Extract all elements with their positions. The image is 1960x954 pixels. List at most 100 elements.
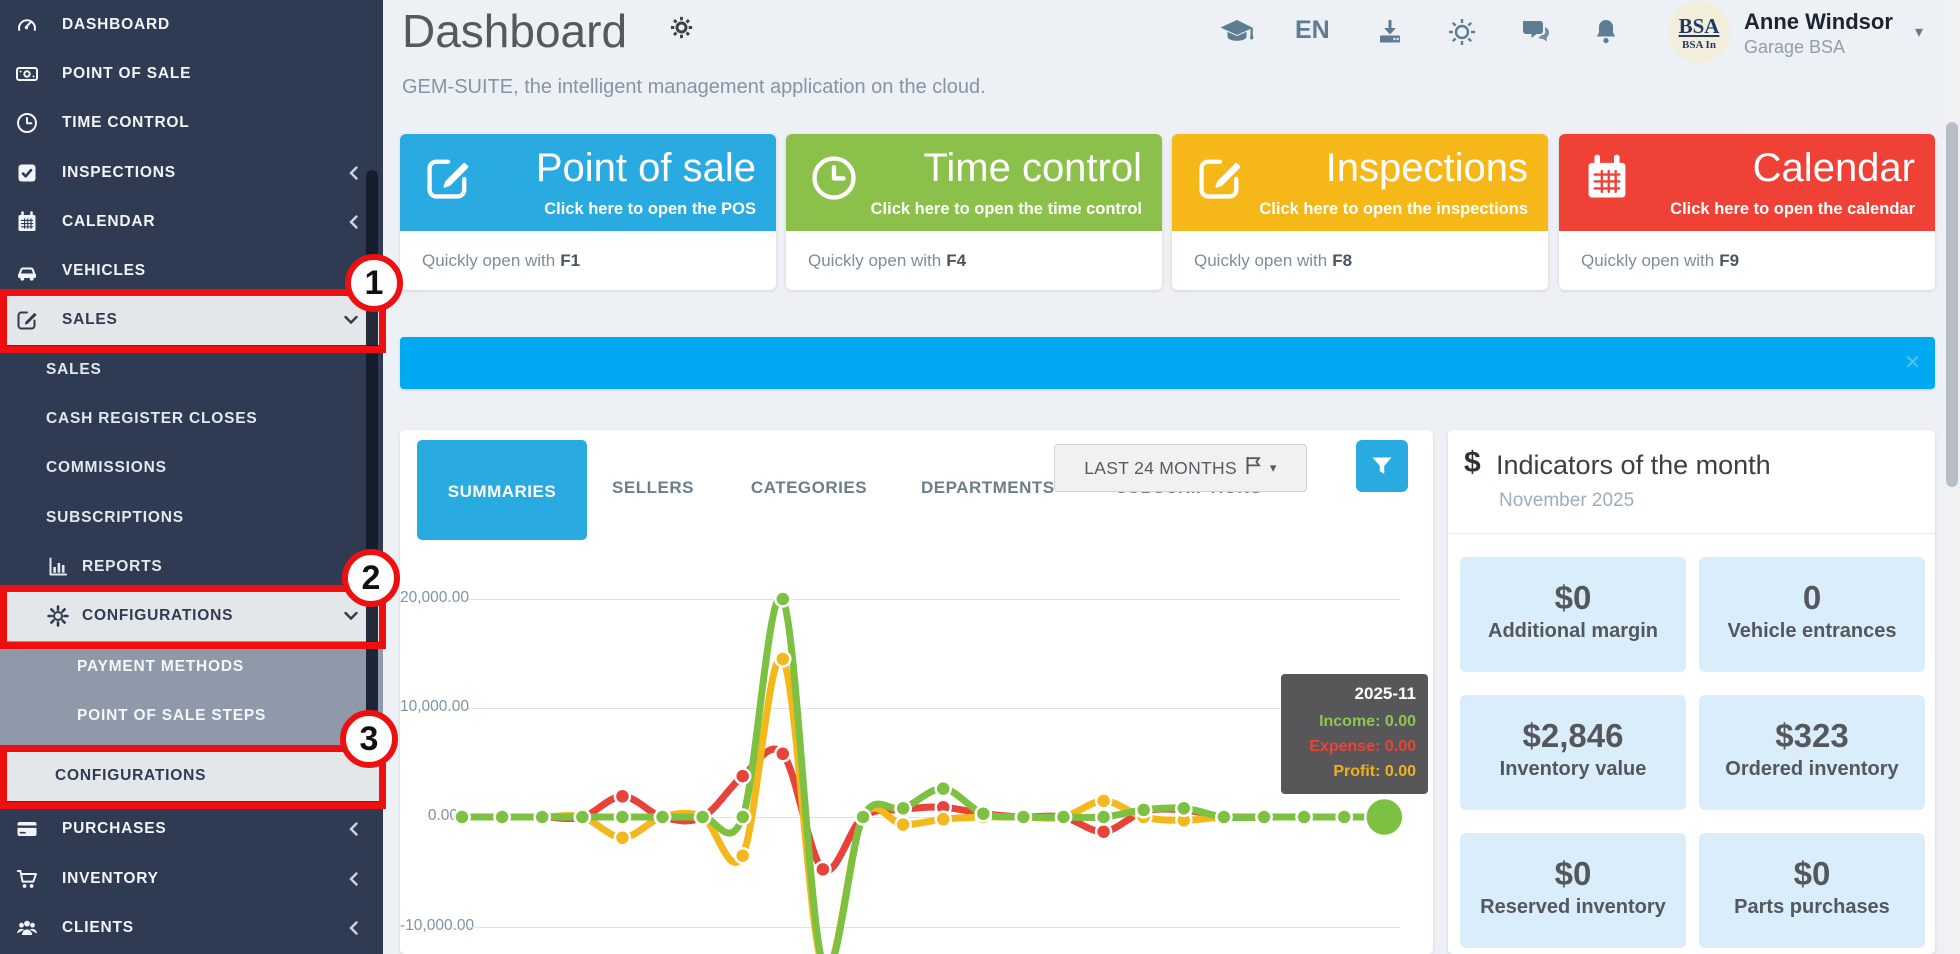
sidebar-item-inspections[interactable]: INSPECTIONS [0,148,383,197]
y-tick: 0.00 [400,807,458,825]
indicator-tile-parts-purchases: $0 Parts purchases [1699,833,1925,948]
indicator-tile-ordered-inventory: $323 Ordered inventory [1699,695,1925,810]
sidebar-item-configurations[interactable]: CONFIGURATIONS [0,751,383,800]
annotation-circle-3: 3 [340,710,398,768]
sidebar-item-subscriptions[interactable]: SUBSCRIPTIONS [0,493,383,542]
banner-close-icon[interactable]: ✕ [1904,350,1921,375]
user-menu-caret-icon[interactable]: ▾ [1915,22,1923,42]
sidebar-item-configurations[interactable]: CONFIGURATIONS [0,592,383,641]
chevron-left-icon [348,871,359,887]
chevron-left-icon [348,821,359,837]
tile-value: $0 [1460,579,1686,617]
sidebar-item-point-of-sale[interactable]: POINT OF SALE [0,49,383,98]
sidebar-item-sales[interactable]: SALES [0,296,383,345]
sidebar-item-label: SALES [62,311,118,329]
sidebar-item-commissions[interactable]: COMMISSIONS [0,444,383,493]
dashboard-page: DASHBOARD POINT OF SALETIME CONTROLINSPEC… [0,0,1960,954]
page-scrollbar-thumb[interactable] [1946,122,1958,487]
sidebar-item-time-control[interactable]: TIME CONTROL [0,99,383,148]
configurations-submenu: PAYMENT METHODS POINT OF SALE STEPS [0,641,383,746]
quick-card-calendar[interactable]: Calendar Click here to open the calendar… [1559,134,1935,290]
gauge-icon [15,13,62,37]
range-dropdown[interactable]: LAST 24 MONTHS ▾ [1054,444,1307,492]
edit-icon [15,308,62,332]
sidebar-item-reports[interactable]: REPORTS [0,542,383,591]
quick-card-footer: Quickly open withF9 [1559,231,1935,290]
tab-departments[interactable]: DEPARTMENTS [921,478,1045,498]
sidebar-item-purchases[interactable]: PURCHASES [0,805,383,854]
sidebar-item-label: CONFIGURATIONS [55,767,206,785]
tile-label: Inventory value [1460,758,1686,781]
quick-card-top: Calendar Click here to open the calendar [1559,134,1935,231]
quick-card-point-of-sale[interactable]: Point of sale Click here to open the POS… [400,134,776,290]
chevron-down-icon [343,315,359,326]
tooltip-row-profit: Profit: 0.00 [1293,760,1416,785]
tooltip-row-income: Income: 0.00 [1293,710,1416,735]
avatar-subtext: BSA In [1682,39,1716,51]
indicator-tile-vehicle-entrances: 0 Vehicle entrances [1699,557,1925,672]
sidebar-item-point-of-sale-steps[interactable]: POINT OF SALE STEPS [0,691,383,740]
sidebar-item-sales[interactable]: SALES [0,345,383,394]
sidebar-item-label: COMMISSIONS [46,459,167,477]
sidebar-item-label: PAYMENT METHODS [77,658,244,676]
indicators-subtitle: November 2025 [1499,490,1634,512]
page-title: Dashboard [402,4,627,58]
indicator-tile-reserved-inventory: $0 Reserved inventory [1460,833,1686,948]
sidebar-item-vehicles[interactable]: VEHICLES [0,246,383,295]
graduation-cap-icon[interactable] [1217,12,1257,52]
quick-card-title: Calendar [1753,146,1915,191]
tab-summaries[interactable]: SUMMARIES [417,440,587,540]
avatar[interactable]: BSA BSA In [1668,1,1730,63]
quick-card-title: Time control [923,146,1142,191]
quick-card-subtitle: Click here to open the time control [871,200,1142,219]
bell-icon[interactable] [1586,12,1626,52]
chat-icon[interactable] [1516,12,1556,52]
tile-label: Additional margin [1460,620,1686,643]
sidebar-item-clients[interactable]: CLIENTS [0,903,383,952]
quick-card-footer: Quickly open withF8 [1172,231,1548,290]
creditcard-icon [15,817,62,841]
sidebar-item-inventory[interactable]: INVENTORY [0,854,383,903]
quick-card-subtitle: Click here to open the inspections [1259,200,1528,219]
chart-tooltip: 2025-11 Income: 0.00Expense: 0.00Profit:… [1281,674,1428,794]
quick-card-subtitle: Click here to open the calendar [1670,200,1915,219]
y-tick: -10,000.00 [400,917,458,935]
cart-icon [15,867,62,891]
gear-icon [46,604,82,628]
page-subtitle: GEM-SUITE, the intelligent management ap… [402,76,986,99]
quick-card-inspections[interactable]: Inspections Click here to open the inspe… [1172,134,1548,290]
indicator-tiles: $0 Additional margin 0 Vehicle entrances $… [1460,557,1925,948]
tile-value: $323 [1699,717,1925,755]
sidebar-scrollbar[interactable] [366,170,378,715]
indicators-title: Indicators of the month [1496,450,1771,481]
quick-card-top: Point of sale Click here to open the POS [400,134,776,231]
sidebar-item-label: CONFIGURATIONS [82,607,233,625]
language-button[interactable]: EN [1295,16,1330,45]
quick-card-subtitle: Click here to open the POS [544,200,756,219]
sidebar-item-payment-methods[interactable]: PAYMENT METHODS [0,642,383,691]
sidebar-item-label: INVENTORY [62,870,159,888]
download-icon[interactable] [1370,12,1410,52]
sidebar-item-dashboard[interactable]: DASHBOARD [0,0,383,49]
quick-card-time-control[interactable]: Time control Click here to open the time… [786,134,1162,290]
sidebar-item-label: POINT OF SALE STEPS [77,707,266,725]
user-org: Garage BSA [1744,37,1845,58]
tab-categories[interactable]: CATEGORIES [746,478,872,498]
divider [1448,533,1935,534]
title-gear-icon[interactable] [668,14,695,46]
edit-icon [1194,152,1246,209]
sidebar-item-cash-register-closes[interactable]: CASH REGISTER CLOSES [0,394,383,443]
tile-value: $2,846 [1460,717,1686,755]
chevron-left-icon [348,165,359,181]
tile-label: Ordered inventory [1699,758,1925,781]
sidebar-item-calendar[interactable]: CALENDAR [0,197,383,246]
tile-value: $0 [1460,855,1686,893]
annotation-circle-1: 1 [345,254,403,312]
gridline [468,927,1400,928]
edit-icon [422,152,474,209]
filter-button[interactable] [1356,440,1408,492]
sun-icon[interactable] [1442,12,1482,52]
tab-sellers[interactable]: SELLERS [609,478,697,498]
gridline [468,817,1400,818]
sidebar-item-label: DASHBOARD [62,16,170,34]
